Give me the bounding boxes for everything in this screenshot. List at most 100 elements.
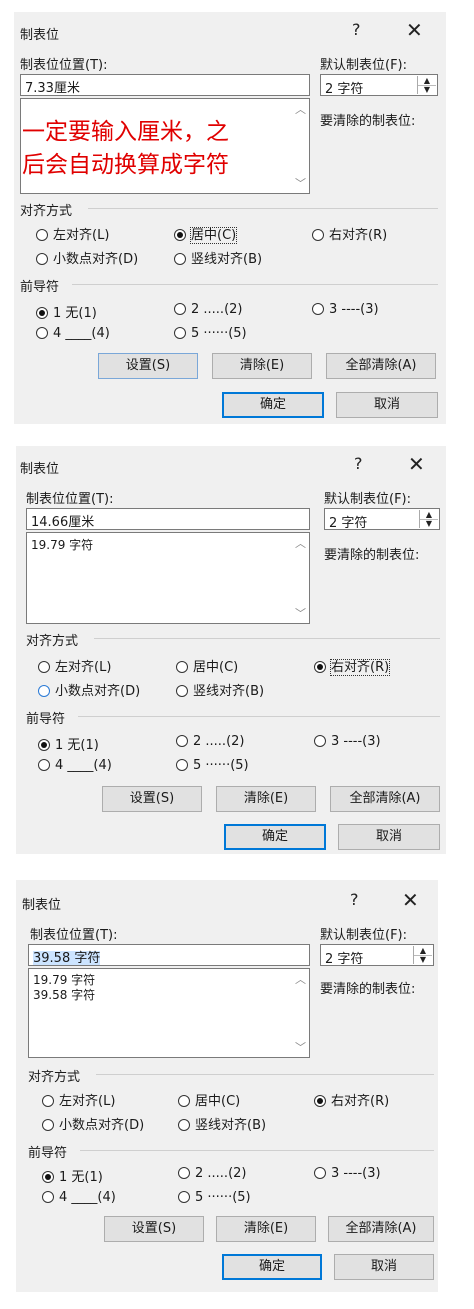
leader-2-radio[interactable]: 2 .....(2) — [176, 734, 244, 749]
tab-position-label: 制表位位置(T): — [30, 928, 118, 943]
dialog-title: 制表位 — [22, 898, 62, 913]
leader-group-label: 前导符 — [20, 280, 60, 295]
leader-4-radio[interactable]: 4 ____(4) — [38, 758, 112, 773]
align-center-radio[interactable]: 居中(C) — [176, 656, 238, 675]
leader-3-radio[interactable]: 3 ----(3) — [312, 302, 379, 317]
spin-down-icon[interactable]: ▼ — [420, 519, 438, 528]
tab-dialog-2: 制表位 ? ✕ 制表位位置(T): 14.66厘米 默认制表位(F): 2 字符… — [16, 446, 446, 854]
ok-button[interactable]: 确定 — [224, 824, 326, 850]
tab-dialog-3: 制表位 ? ✕ 制表位位置(T): 39.58 字符 默认制表位(F): 2 字… — [16, 880, 438, 1292]
align-decimal-radio[interactable]: 小数点对齐(D) — [38, 680, 140, 699]
align-decimal-radio[interactable]: 小数点对齐(D) — [42, 1114, 144, 1133]
leader-1-radio[interactable]: 1 无(1) — [36, 302, 97, 321]
leader-2-radio[interactable]: 2 .....(2) — [178, 1166, 246, 1181]
leader-2-radio[interactable]: 2 .....(2) — [174, 302, 242, 317]
leader-4-radio[interactable]: 4 ____(4) — [42, 1190, 116, 1205]
alignment-group-label: 对齐方式 — [20, 204, 73, 219]
scroll-down-icon[interactable]: ﹀ — [292, 175, 309, 191]
spin-down-icon[interactable]: ▼ — [418, 85, 436, 94]
clear-all-button[interactable]: 全部清除(A) — [326, 353, 436, 379]
tab-position-label: 制表位位置(T): — [20, 58, 108, 73]
help-button[interactable]: ? — [352, 20, 361, 39]
align-left-radio[interactable]: 左对齐(L) — [36, 224, 109, 243]
close-icon[interactable]: ✕ — [408, 452, 425, 476]
align-center-radio[interactable]: 居中(C) — [174, 224, 238, 244]
leader-1-radio[interactable]: 1 无(1) — [38, 734, 99, 753]
align-center-radio[interactable]: 居中(C) — [178, 1090, 240, 1109]
align-right-radio[interactable]: 右对齐(R) — [314, 1090, 389, 1109]
dialog-title: 制表位 — [20, 462, 60, 477]
leader-3-radio[interactable]: 3 ----(3) — [314, 1166, 381, 1181]
tab-position-input[interactable]: 39.58 字符 — [28, 944, 310, 966]
scroll-up-icon[interactable]: ︿ — [292, 971, 309, 987]
list-item[interactable]: 39.58 字符 — [33, 986, 95, 1003]
align-decimal-radio[interactable]: 小数点对齐(D) — [36, 248, 138, 267]
leader-5-radio[interactable]: 5 ······(5) — [178, 1190, 251, 1205]
dialog-title: 制表位 — [20, 28, 60, 43]
list-item[interactable]: 19.79 字符 — [31, 536, 93, 553]
help-button[interactable]: ? — [354, 454, 363, 473]
divider — [94, 638, 440, 639]
list-scrollbar[interactable]: ︿ ﹀ — [292, 969, 309, 1057]
align-bar-radio[interactable]: 竖线对齐(B) — [178, 1114, 266, 1133]
tabs-to-clear-label: 要清除的制表位: — [320, 114, 416, 129]
alignment-group-label: 对齐方式 — [26, 634, 79, 649]
help-button[interactable]: ? — [350, 890, 359, 909]
default-tab-stepper[interactable]: 2 字符 ▲ ▼ — [320, 944, 434, 967]
scroll-down-icon[interactable]: ﹀ — [292, 1039, 309, 1055]
default-tab-stepper[interactable]: 2 字符 ▲ ▼ — [320, 74, 438, 97]
clear-button[interactable]: 清除(E) — [212, 353, 312, 379]
default-tab-stepper[interactable]: 2 字符 ▲ ▼ — [324, 508, 440, 531]
annotation-text: 一定要输入厘米，之 后会自动换算成字符 — [22, 119, 229, 178]
leader-group-label: 前导符 — [28, 1146, 68, 1161]
ok-button[interactable]: 确定 — [222, 392, 324, 418]
align-left-radio[interactable]: 左对齐(L) — [42, 1090, 115, 1109]
divider — [78, 716, 440, 717]
default-tab-label: 默认制表位(F): — [324, 492, 412, 507]
close-icon[interactable]: ✕ — [406, 18, 423, 42]
tab-stop-list[interactable]: 19.79 字符 ︿ ﹀ — [26, 532, 310, 624]
clear-all-button[interactable]: 全部清除(A) — [330, 786, 440, 812]
leader-5-radio[interactable]: 5 ······(5) — [174, 326, 247, 341]
tabs-to-clear-label: 要清除的制表位: — [320, 982, 416, 997]
divider — [80, 1150, 434, 1151]
alignment-group-label: 对齐方式 — [28, 1070, 81, 1085]
leader-4-radio[interactable]: 4 ____(4) — [36, 326, 110, 341]
cancel-button[interactable]: 取消 — [336, 392, 438, 418]
clear-all-button[interactable]: 全部清除(A) — [328, 1216, 434, 1242]
spin-down-icon[interactable]: ▼ — [414, 955, 432, 964]
set-button[interactable]: 设置(S) — [102, 786, 202, 812]
clear-button[interactable]: 清除(E) — [216, 786, 316, 812]
cancel-button[interactable]: 取消 — [338, 824, 440, 850]
align-left-radio[interactable]: 左对齐(L) — [38, 656, 111, 675]
leader-3-radio[interactable]: 3 ----(3) — [314, 734, 381, 749]
close-icon[interactable]: ✕ — [402, 888, 419, 912]
cancel-button[interactable]: 取消 — [334, 1254, 434, 1280]
leader-5-radio[interactable]: 5 ······(5) — [176, 758, 249, 773]
clear-button[interactable]: 清除(E) — [216, 1216, 316, 1242]
tab-position-input[interactable]: 7.33厘米 — [20, 74, 310, 96]
align-bar-radio[interactable]: 竖线对齐(B) — [174, 248, 262, 267]
divider — [88, 208, 438, 209]
tabs-to-clear-label: 要清除的制表位: — [324, 548, 420, 563]
tab-dialog-1: 制表位 ? ✕ 制表位位置(T): 7.33厘米 默认制表位(F): 2 字符 … — [14, 12, 446, 424]
set-button[interactable]: 设置(S) — [98, 353, 198, 379]
align-right-radio[interactable]: 右对齐(R) — [314, 656, 391, 676]
ok-button[interactable]: 确定 — [222, 1254, 322, 1280]
tab-position-label: 制表位位置(T): — [26, 492, 114, 507]
tab-stop-list[interactable]: 19.79 字符 39.58 字符 ︿ ﹀ — [28, 968, 310, 1058]
scroll-up-icon[interactable]: ︿ — [292, 535, 309, 551]
tab-position-input[interactable]: 14.66厘米 — [26, 508, 310, 530]
set-button[interactable]: 设置(S) — [104, 1216, 204, 1242]
align-bar-radio[interactable]: 竖线对齐(B) — [176, 680, 264, 699]
divider — [72, 284, 438, 285]
default-tab-label: 默认制表位(F): — [320, 928, 408, 943]
default-tab-label: 默认制表位(F): — [320, 58, 408, 73]
align-right-radio[interactable]: 右对齐(R) — [312, 224, 387, 243]
scroll-down-icon[interactable]: ﹀ — [292, 605, 309, 621]
list-scrollbar[interactable]: ︿ ﹀ — [292, 533, 309, 623]
list-scrollbar[interactable]: ︿ ﹀ — [292, 99, 309, 193]
leader-1-radio[interactable]: 1 无(1) — [42, 1166, 103, 1185]
scroll-up-icon[interactable]: ︿ — [292, 101, 309, 117]
leader-group-label: 前导符 — [26, 712, 66, 727]
